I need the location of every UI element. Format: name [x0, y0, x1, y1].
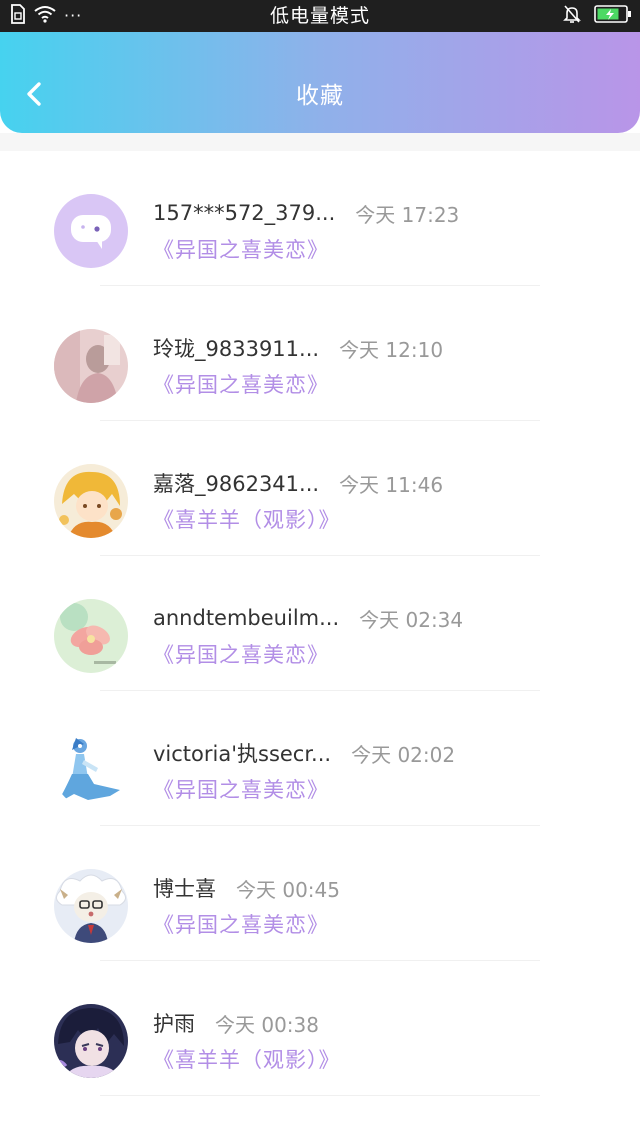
list-item[interactable]: 博士喜 今天 00:45 《异国之喜美恋》	[0, 826, 640, 961]
divider	[100, 1095, 540, 1096]
anime-avatar	[54, 464, 128, 538]
anime-boy-avatar	[54, 1004, 128, 1078]
content-title-link[interactable]: 《异国之喜美恋》	[153, 774, 329, 804]
timestamp: 今天 17:23	[355, 202, 460, 227]
list-item[interactable]: 玲珑_9833911... 今天 12:10 《异国之喜美恋》	[0, 286, 640, 421]
list-item[interactable]: 护雨 今天 00:38 《喜羊羊（观影）》	[0, 961, 640, 1096]
character-avatar	[54, 734, 128, 808]
list-item[interactable]: anndtembeuilm... 今天 02:34 《异国之喜美恋》	[0, 556, 640, 691]
username: 博士喜	[153, 877, 216, 901]
content-title-link[interactable]: 《异国之喜美恋》	[153, 234, 329, 264]
username: victoria'执ssecr...	[153, 742, 332, 766]
status-bar: ··· 低电量模式	[0, 0, 640, 32]
content-title-link[interactable]: 《异国之喜美恋》	[153, 369, 329, 399]
content-title-link[interactable]: 《异国之喜美恋》	[153, 909, 329, 939]
flower-avatar	[54, 599, 128, 673]
bell-muted-icon	[562, 4, 582, 28]
status-title: 低电量模式	[269, 5, 370, 27]
header: 收藏	[0, 32, 640, 133]
content-title-link[interactable]: 《异国之喜美恋》	[153, 639, 329, 669]
status-right	[562, 5, 632, 27]
sheep-avatar	[54, 869, 128, 943]
timestamp: 今天 00:38	[215, 1012, 319, 1037]
timestamp: 今天 12:10	[339, 337, 444, 362]
username: 玲珑_9833911...	[153, 337, 320, 361]
list-item[interactable]: 嘉落_9862341... 今天 11:46 《喜羊羊（观影）》	[0, 421, 640, 556]
photo-avatar	[54, 329, 128, 403]
page-title: 收藏	[296, 83, 344, 109]
timestamp: 今天 11:46	[339, 472, 444, 497]
timestamp: 今天 02:34	[359, 607, 464, 632]
timestamp: 今天 02:02	[351, 742, 456, 767]
timestamp: 今天 00:45	[236, 877, 340, 902]
content-title-link[interactable]: 《喜羊羊（观影）》	[153, 504, 341, 534]
list-item[interactable]: victoria'执ssecr... 今天 02:02 《异国之喜美恋》	[0, 691, 640, 826]
username: anndtembeuilm...	[153, 606, 340, 630]
username: 嘉落_9862341...	[153, 472, 320, 496]
content-title-link[interactable]: 《喜羊羊（观影）》	[153, 1044, 341, 1074]
list-item[interactable]: 157***572_379... 今天 17:23 《异国之喜美恋》	[0, 151, 640, 286]
username: 护雨	[153, 1012, 195, 1036]
favorites-list: 157***572_379... 今天 17:23 《异国之喜美恋》 玲珑_98…	[0, 151, 640, 1096]
section-gap	[0, 133, 640, 151]
battery-icon	[594, 4, 632, 28]
username: 157***572_379...	[153, 201, 336, 225]
chat-bubble-avatar	[54, 194, 128, 268]
